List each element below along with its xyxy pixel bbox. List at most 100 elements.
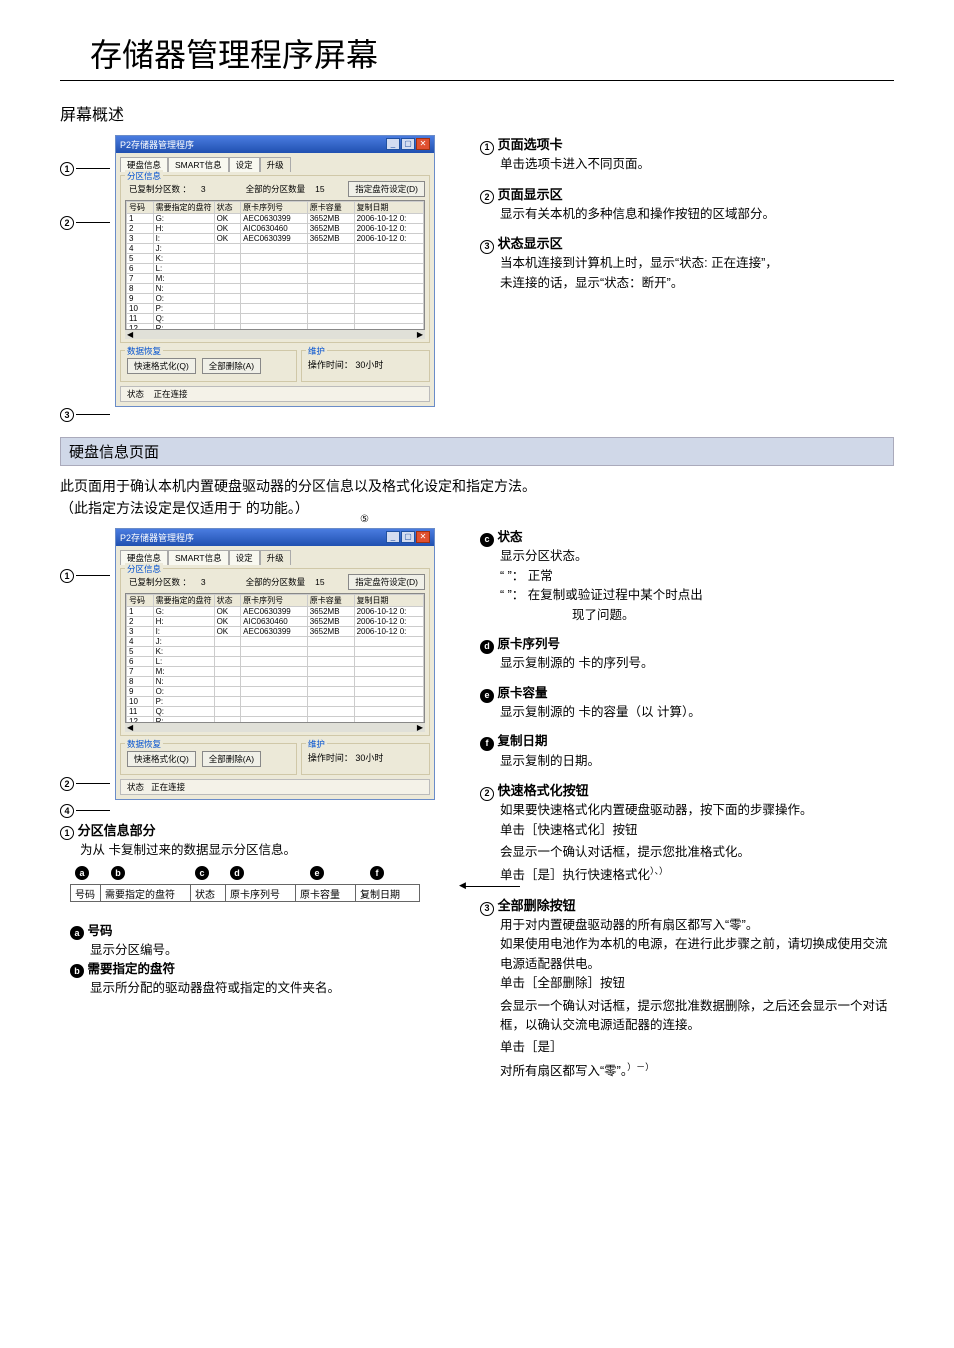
r1-b3b: 未连接的话，显示“状态：断开”。 [500,274,894,293]
item1-b: 为从 卡复制过来的数据显示分区信息。 [80,839,460,858]
desc-e-b: 显示复制源的 卡的容量（以 计算）。 [500,703,894,722]
scroll-left-icon-2[interactable]: ◀ [127,723,133,732]
tab-settings-2[interactable]: 设定 [229,550,260,565]
item-full-b2: 如果使用电池作为本机的电源，在进行此步骤之前，请切换成使用交流电源适配器供电。 [500,935,894,974]
table-row[interactable]: 3I:OKAEC06303993652MB2006-10-12 0: [127,627,424,637]
desc-d-h: 原卡序列号 [497,637,560,651]
col-capacity: 原卡容量 [307,202,354,214]
desc-d-marker: d [480,640,494,654]
table-row[interactable]: 4J: [127,244,424,254]
scroll-right-icon-2[interactable]: ▶ [417,723,423,732]
desc-e-marker: e [480,689,494,703]
maximize-icon-2[interactable]: ▢ [401,531,415,543]
close-icon[interactable]: ✕ [416,138,430,150]
strip-d: d [230,866,244,880]
strip-no: 号码 [75,890,95,901]
count-value-2: 3 [201,577,206,587]
table-row[interactable]: 4J: [127,637,424,647]
maint-value: 30小时 [355,360,383,370]
strip-b: b [111,866,125,880]
arrow-icon [465,886,520,887]
partition-table-2[interactable]: 号码 需要指定的盘符 状态 原卡序列号 原卡容量 复制日期 1G:OKAEC06… [126,594,424,723]
table-row[interactable]: 3I:OKAEC06303993652MB2006-10-12 0: [127,234,424,244]
quick-format-button-2[interactable]: 快速格式化(Q) [127,751,196,767]
group-recover-label-2: 数据恢复 [125,738,163,750]
table-row[interactable]: 7M: [127,274,424,284]
partition-table[interactable]: 号码 需要指定的盘符 状态 原卡序列号 原卡容量 复制日期 1G:OKAEC06… [126,201,424,330]
table-row[interactable]: 7M: [127,667,424,677]
desc-a-marker: a [70,926,84,940]
strip-c: c [195,866,209,880]
overview-heading: 屏幕概述 [60,101,894,125]
desc-c-h: 状态 [497,530,522,544]
hd-para2: （此指定方法设定是仅适用于 的功能。） [60,498,894,518]
table-row[interactable]: 8N: [127,284,424,294]
count-label-2: 已复制分区数 ： [129,576,191,588]
scroll-right-icon[interactable]: ▶ [417,330,423,339]
table-row[interactable]: 1G:OKAEC06303993652MB2006-10-12 0: [127,607,424,617]
table-row[interactable]: 2H:OKAIC06304603652MB2006-10-12 0: [127,224,424,234]
drive-format-button[interactable]: 指定盘符设定(D) [348,181,425,197]
hd-para1: 此页面用于确认本机内置硬盘驱动器的分区信息以及格式化设定和指定方法。 [60,476,894,496]
table-row[interactable]: 10P: [127,697,424,707]
item-q-b: 如果要快速格式化内置硬盘驱动器，按下面的步骤操作。 [500,801,894,820]
col-serial: 原卡序列号 [241,202,308,214]
callout-3: 3 [60,408,74,422]
r1-h3: 状态显示区 [498,236,563,251]
maint-label-2: 操作时间： [308,753,353,763]
status-value-2: 正在连接 [151,782,185,792]
table-row[interactable]: 10P: [127,304,424,314]
maint-value-2: 30小时 [355,753,383,763]
table-row[interactable]: 5K: [127,647,424,657]
table-row[interactable]: 1G:OKAEC06303993652MB2006-10-12 0: [127,214,424,224]
status-value: 正在连接 [153,389,187,399]
section-hd-info: 硬盘信息页面 [60,437,894,466]
minimize-icon[interactable]: _ [386,138,400,150]
table-row[interactable]: 9O: [127,294,424,304]
table-row[interactable]: 5K: [127,254,424,264]
marker-1: 1 [480,141,494,155]
quick-format-button[interactable]: 快速格式化(Q) [127,358,196,374]
window-title-2: P2存储器管理程序 [120,531,194,544]
tab-smart[interactable]: SMART信息 [168,157,229,172]
q-step1: 单击［快速格式化］按钮 [500,821,894,840]
full-delete-button[interactable]: 全部删除(A) [202,358,261,374]
strip-drive: 需要指定的盘符 [105,890,175,901]
tab-upgrade-2[interactable]: 升级 [260,550,291,565]
table-row[interactable]: 9O: [127,687,424,697]
count-label: 已复制分区数 ： [129,183,191,195]
drive-format-button-2[interactable]: 指定盘符设定(D) [348,574,425,590]
desc-f-b: 显示复制的日期。 [500,752,894,771]
strip-date: 复制日期 [360,890,400,901]
group-maint-label-2: 维护 [306,738,327,750]
tab-upgrade[interactable]: 升级 [260,157,291,172]
table-row[interactable]: 11Q: [127,707,424,717]
callout-2: 2 [60,216,74,230]
q-step2: 会显示一个确认对话框，提示您批准格式化。 [500,843,894,862]
table-row[interactable]: 11Q: [127,314,424,324]
strip-serial: 原卡序列号 [230,890,280,901]
minimize-icon-2[interactable]: _ [386,531,400,543]
tab-settings[interactable]: 设定 [229,157,260,172]
scroll-left-icon[interactable]: ◀ [127,330,133,339]
desc-c-b: 显示分区状态。 [500,547,894,566]
table-row[interactable]: 8N: [127,677,424,687]
callout2-4: 4 [60,804,74,818]
r1-b2: 显示有关本机的多种信息和操作按钮的区域部分。 [500,205,894,224]
count-value: 3 [201,184,206,194]
title-rule [60,80,894,81]
close-icon-2[interactable]: ✕ [416,531,430,543]
item-q-h: 快速格式化按钮 [498,783,589,798]
table-row[interactable]: 6L: [127,264,424,274]
table-row[interactable]: 6L: [127,657,424,667]
tab-smart-2[interactable]: SMART信息 [168,550,229,565]
full-delete-button-2[interactable]: 全部删除(A) [202,751,261,767]
col-no-2: 号码 [127,595,154,607]
strip-capacity: 原卡容量 [300,890,340,901]
table-row[interactable]: 2H:OKAIC06304603652MB2006-10-12 0: [127,617,424,627]
r1-b1: 单击选项卡进入不同页面。 [500,155,894,174]
desc-e-h: 原卡容量 [497,686,547,700]
desc-a-b: 显示分区编号。 [90,939,460,958]
maximize-icon[interactable]: ▢ [401,138,415,150]
callout2-1: 1 [60,569,74,583]
